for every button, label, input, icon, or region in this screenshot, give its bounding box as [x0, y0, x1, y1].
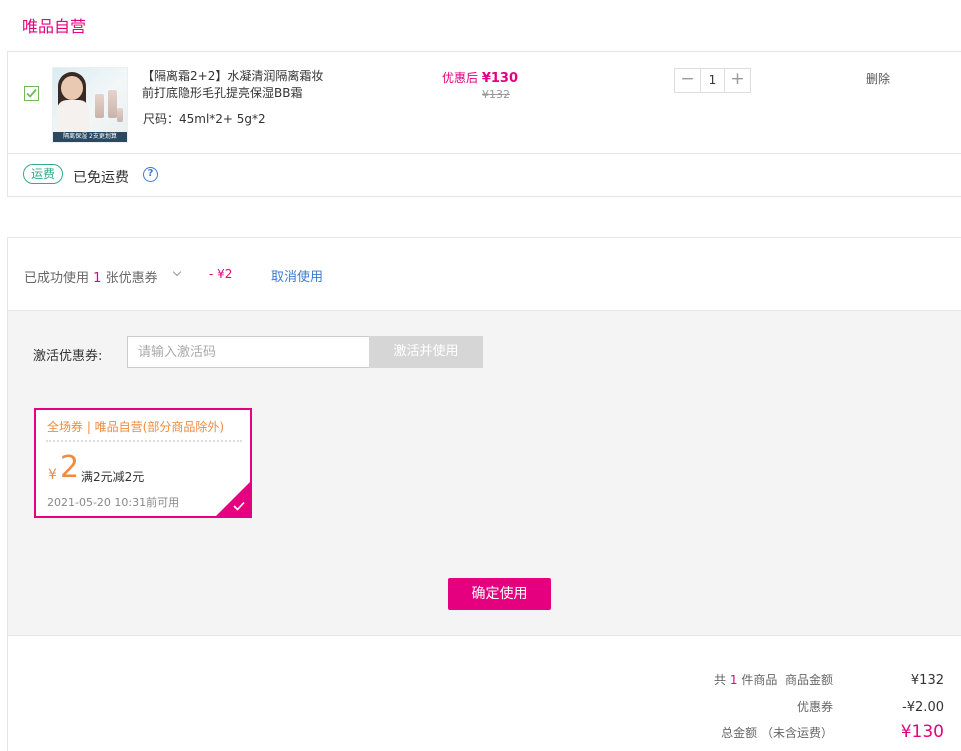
- confirm-coupon-button[interactable]: 确定使用: [448, 578, 551, 610]
- summary-total-row: 总金额 （未含运费） ¥130: [721, 722, 944, 742]
- price-original: ¥132: [482, 88, 510, 101]
- summary-total-label: 总金额 （未含运费）: [721, 726, 833, 740]
- activation-code-input[interactable]: [127, 336, 370, 368]
- price-now-value: ¥130: [481, 71, 519, 86]
- coupon-used-prefix: 已成功使用: [24, 271, 90, 286]
- summary-count: 1: [729, 673, 738, 687]
- product-image[interactable]: 隔离保湿 2支更划算: [52, 67, 128, 143]
- quantity-stepper: − 1 +: [674, 68, 751, 93]
- coupon-used-count: 1: [93, 271, 102, 286]
- coupon-amount: 2: [60, 450, 80, 485]
- price-after-discount: 优惠后 ¥130: [442, 69, 518, 86]
- coupon-header: 已成功使用 1 张优惠券 - ¥2 取消使用: [8, 238, 961, 311]
- summary-coupon-row: 优惠券 -¥2.00: [797, 698, 944, 715]
- cancel-coupon-link[interactable]: 取消使用: [271, 266, 323, 285]
- chevron-down-icon[interactable]: [172, 267, 182, 277]
- product-image-banner: 隔离保湿 2支更划算: [53, 132, 127, 142]
- summary-goods-label: 共 1 件商品 商品金额: [714, 671, 833, 688]
- check-icon: [233, 501, 245, 511]
- coupon-panel: 激活优惠券: 激活并使用 全场券 | 唯品自营(部分商品除外) ¥ 2 满2元减…: [8, 311, 961, 636]
- freight-status: 已免运费: [73, 170, 129, 186]
- cart-item-box: 隔离保湿 2支更划算 【隔离霜2+2】水凝清润隔离霜妆前打底隐形毛孔提亮保湿BB…: [7, 51, 961, 197]
- summary-coupon-label: 优惠券: [796, 700, 833, 714]
- price-label: 优惠后: [442, 71, 479, 85]
- order-summary: 共 1 件商品 商品金额 ¥132 优惠券 -¥2.00 总金额 （未含运费） …: [8, 636, 961, 751]
- coupon-scope: 全场券 | 唯品自营(部分商品除外): [47, 420, 225, 434]
- check-icon: [26, 88, 37, 98]
- coupon-used-suffix: 张优惠券: [105, 271, 158, 286]
- product-spec: 尺码：45ml*2+ 5g*2: [143, 112, 266, 126]
- help-icon[interactable]: ?: [143, 167, 158, 182]
- activate-coupon-label: 激活优惠券:: [33, 349, 103, 364]
- delete-item-link[interactable]: 删除: [866, 70, 890, 87]
- product-name[interactable]: 【隔离霜2+2】水凝清润隔离霜妆前打底隐形毛孔提亮保湿BB霜: [142, 68, 328, 102]
- freight-badge: 运费: [23, 164, 64, 184]
- coupon-section: 已成功使用 1 张优惠券 - ¥2 取消使用 激活优惠券: 激活并使用 全场券 …: [7, 237, 961, 751]
- cart-item-row: 隔离保湿 2支更划算 【隔离霜2+2】水凝清润隔离霜妆前打底隐形毛孔提亮保湿BB…: [8, 52, 961, 154]
- activate-button[interactable]: 激活并使用: [369, 336, 483, 368]
- summary-goods-text: 商品金额: [784, 673, 833, 687]
- summary-coupon-value: -¥2.00: [902, 700, 944, 715]
- freight-row: 运费 已免运费 ?: [8, 154, 961, 198]
- quantity-increase-button[interactable]: +: [725, 69, 750, 92]
- coupon-discount: - ¥2: [209, 267, 233, 281]
- coupon-currency: ¥: [48, 467, 57, 483]
- item-checkbox[interactable]: [24, 86, 39, 101]
- summary-goods-value: ¥132: [910, 673, 944, 688]
- summary-goods-row: 共 1 件商品 商品金额 ¥132: [714, 671, 944, 688]
- coupon-divider: [46, 440, 242, 442]
- coupon-valid-date: 2021-05-20 10:31前可用: [47, 496, 180, 509]
- coupon-used-toggle[interactable]: 已成功使用 1 张优惠券: [24, 267, 158, 286]
- summary-count-suffix: 件商品: [741, 673, 778, 687]
- quantity-input[interactable]: 1: [700, 69, 725, 92]
- store-title: 唯品自营: [22, 17, 87, 36]
- quantity-decrease-button[interactable]: −: [675, 69, 700, 92]
- summary-count-prefix: 共: [714, 673, 727, 687]
- coupon-rule: 满2元减2元: [81, 470, 145, 484]
- coupon-card[interactable]: 全场券 | 唯品自营(部分商品除外) ¥ 2 满2元减2元 2021-05-20…: [34, 408, 252, 518]
- summary-total-value: ¥130: [900, 722, 944, 742]
